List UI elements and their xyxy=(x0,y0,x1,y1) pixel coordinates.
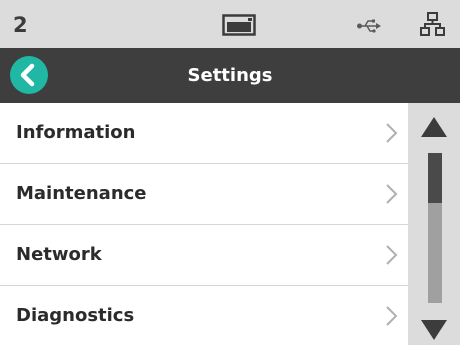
status-number: 2 xyxy=(13,13,28,37)
menu-item-label: Maintenance xyxy=(16,183,147,204)
menu-item-label: Information xyxy=(16,122,136,143)
menu-item-label: Network xyxy=(16,244,102,265)
menu-item-maintenance[interactable]: Maintenance xyxy=(0,164,408,225)
chevron-right-icon xyxy=(386,123,398,143)
usb-icon xyxy=(357,18,381,37)
triangle-down-icon xyxy=(421,320,447,340)
triangle-up-icon xyxy=(421,117,447,137)
back-button[interactable] xyxy=(10,56,48,94)
chevron-left-icon xyxy=(20,63,35,87)
settings-menu: Information Maintenance Network Diagnost… xyxy=(0,103,408,346)
title-bar: Settings xyxy=(0,48,460,103)
page-title: Settings xyxy=(187,65,273,86)
scroll-down-button[interactable] xyxy=(420,319,448,341)
chevron-right-icon xyxy=(386,245,398,265)
menu-item-network[interactable]: Network xyxy=(0,225,408,286)
network-icon xyxy=(420,12,446,40)
chevron-right-icon xyxy=(386,306,398,326)
menu-item-label: Diagnostics xyxy=(16,305,135,326)
chevron-right-icon xyxy=(386,184,398,204)
scrollbar xyxy=(408,103,460,345)
scroll-thumb[interactable] xyxy=(428,153,442,203)
menu-item-diagnostics[interactable]: Diagnostics xyxy=(0,286,408,346)
menu-item-information[interactable]: Information xyxy=(0,103,408,164)
display-icon xyxy=(222,14,256,40)
scroll-up-button[interactable] xyxy=(420,116,448,138)
status-bar: 2 xyxy=(0,0,460,48)
